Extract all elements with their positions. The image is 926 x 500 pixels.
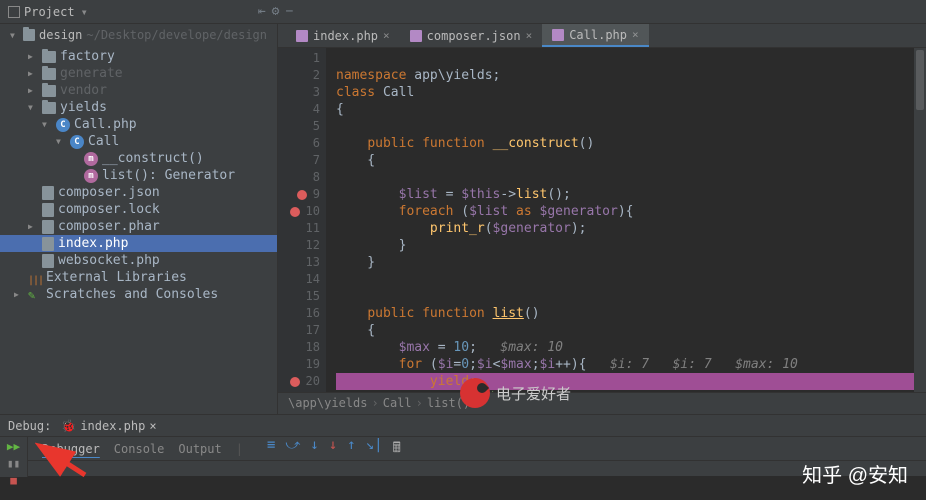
file-icon <box>42 186 54 200</box>
tree-item-generate[interactable]: generate <box>0 65 277 82</box>
step-into-icon[interactable]: ↓ <box>310 437 318 461</box>
debug-label: Debug: <box>8 419 51 433</box>
output-tab[interactable]: Output <box>178 442 221 456</box>
debugger-tab[interactable]: Debugger <box>42 442 100 456</box>
tree-item-factory[interactable]: factory <box>0 48 277 65</box>
resume-button[interactable]: ▶▶ <box>5 440 23 453</box>
tree-item-vendor[interactable]: vendor <box>0 82 277 99</box>
class-icon: C <box>70 135 84 149</box>
tree-item-external-libraries[interactable]: External Libraries <box>0 269 277 286</box>
method-icon: m <box>84 169 98 183</box>
step-into-force-icon[interactable]: ↓ <box>329 437 337 461</box>
pause-button[interactable]: ▮▮ <box>5 457 23 470</box>
folder-icon <box>42 102 56 114</box>
editor-tab-composer-json[interactable]: composer.json× <box>400 24 543 47</box>
scratch-icon <box>28 288 42 302</box>
debug-panel: Debug: 🐞 index.php × ▶▶ ▮▮ ■ Debugger Co… <box>0 414 926 476</box>
editor-tab-index-php[interactable]: index.php× <box>286 24 400 47</box>
tree-item-composer-lock[interactable]: composer.lock <box>0 201 277 218</box>
folder-icon <box>23 29 35 41</box>
scrollbar[interactable] <box>914 48 926 392</box>
php-file-icon <box>410 30 422 42</box>
php-file-icon <box>552 29 564 41</box>
close-icon[interactable]: × <box>383 29 390 42</box>
close-icon[interactable]: × <box>526 29 533 42</box>
watermark-bottom: 知乎 @安知 <box>802 459 908 488</box>
project-sidebar: design ~/Desktop/develope/design factory… <box>0 24 278 414</box>
tree-item-yields[interactable]: yields <box>0 99 277 116</box>
step-over-icon[interactable]: ⤻ <box>285 437 300 461</box>
class-icon: C <box>56 118 70 132</box>
show-exec-icon[interactable]: ≡ <box>267 437 275 461</box>
folder-icon <box>42 51 56 63</box>
gutter[interactable]: 1234567891011121314151617181920212223 <box>278 48 326 392</box>
tree-item-scratches-and-consoles[interactable]: Scratches and Consoles <box>0 286 277 303</box>
editor-tab-Call-php[interactable]: Call.php× <box>542 24 648 47</box>
editor-tabs: index.php×composer.json×Call.php× <box>278 24 926 48</box>
tree-item-call-php[interactable]: CCall.php <box>0 116 277 133</box>
file-icon <box>42 220 54 234</box>
hide-icon[interactable]: − <box>285 4 293 19</box>
debug-session-tab[interactable]: 🐞 index.php × <box>61 419 156 433</box>
evaluate-icon[interactable]: 🖩 <box>393 437 401 461</box>
sidebar-toolbar: ⇤ ⚙ − <box>258 4 293 19</box>
tree-item-index-php[interactable]: index.php <box>0 235 277 252</box>
console-tab[interactable]: Console <box>114 442 165 456</box>
settings-icon[interactable]: ⚙ <box>272 4 280 19</box>
file-icon <box>42 203 54 217</box>
file-icon <box>42 237 54 251</box>
folder-icon <box>42 85 56 97</box>
chevron-down-icon: ▾ <box>81 5 88 19</box>
breakpoint-icon[interactable] <box>297 190 307 200</box>
stop-button[interactable]: ■ <box>5 474 23 487</box>
tree-item-list----generator[interactable]: mlist(): Generator <box>0 167 277 184</box>
watermark-logo: 电子爱好者 <box>460 378 571 408</box>
breakpoint-icon[interactable] <box>290 377 300 387</box>
method-icon: m <box>84 152 98 166</box>
close-icon[interactable]: × <box>632 28 639 41</box>
file-icon <box>42 254 54 268</box>
tree-item---construct--[interactable]: m__construct() <box>0 150 277 167</box>
folder-icon <box>42 68 56 80</box>
tree-item-websocket-php[interactable]: websocket.php <box>0 252 277 269</box>
tree-item-composer-phar[interactable]: composer.phar <box>0 218 277 235</box>
breakpoint-icon[interactable] <box>290 207 300 217</box>
tree-item-call[interactable]: CCall <box>0 133 277 150</box>
php-file-icon <box>296 30 308 42</box>
run-to-cursor-icon[interactable]: ↘| <box>366 437 383 461</box>
collapse-icon[interactable]: ⇤ <box>258 4 266 19</box>
project-icon <box>8 6 20 18</box>
project-selector[interactable]: Project ▾ <box>8 5 88 19</box>
project-root[interactable]: design ~/Desktop/develope/design <box>0 24 277 46</box>
step-out-icon[interactable]: ↑ <box>347 437 355 461</box>
breadcrumb[interactable]: \app\yields›Call›list() <box>278 392 926 414</box>
debug-controls: ▶▶ ▮▮ ■ <box>0 437 28 477</box>
lib-icon <box>28 272 42 284</box>
code-editor[interactable]: namespace app\yields;class Call{ public … <box>326 48 926 392</box>
tree-item-composer-json[interactable]: composer.json <box>0 184 277 201</box>
